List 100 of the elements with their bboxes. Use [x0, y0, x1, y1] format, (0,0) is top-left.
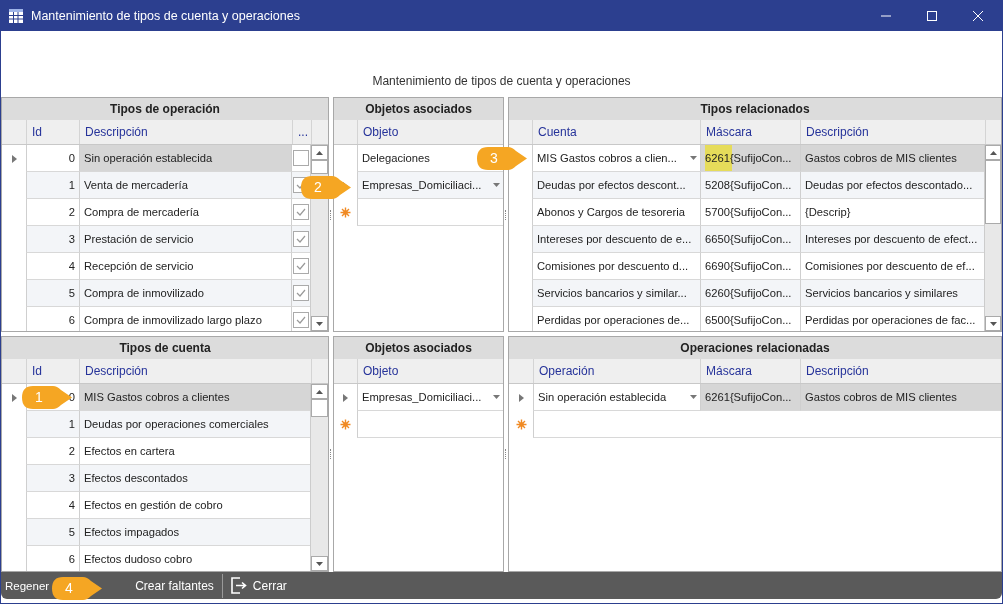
column-header[interactable]: Descripción [800, 120, 985, 144]
scroll-up-icon[interactable] [316, 389, 323, 394]
checkmark-icon [296, 289, 306, 297]
column-header[interactable]: Descripción [79, 359, 311, 383]
table-cell: 1 [26, 411, 79, 438]
panel-caption: Operaciones relacionadas [509, 337, 1001, 359]
dropdown-cell[interactable]: Sin operación establecida [533, 384, 700, 411]
table-cell: Gastos cobros de MIS clientes [800, 145, 984, 172]
scroll-up-icon[interactable] [316, 150, 323, 155]
dropdown-caret-icon[interactable] [690, 156, 697, 160]
table-cell: 6261{SufijoCon... [700, 384, 800, 411]
panel-caption: Tipos de operación [2, 98, 328, 120]
scroll-up-icon[interactable] [989, 150, 997, 155]
table-cell: 2 [26, 438, 79, 465]
table-cell: Gastos cobros de MIS clientes [800, 384, 1001, 411]
checkmark-icon [296, 262, 306, 270]
table-cell: 4 [26, 253, 79, 280]
dropdown-cell[interactable]: MIS Gastos cobros a clien... [532, 145, 700, 172]
close-icon[interactable] [972, 9, 984, 22]
table-cell: Compra de inmovilizado [79, 280, 291, 307]
dropdown-caret-icon[interactable] [493, 183, 500, 187]
column-header[interactable]: Id [26, 120, 79, 144]
column-header[interactable]: Máscara [700, 359, 800, 383]
checkbox[interactable] [293, 258, 309, 274]
maximize-icon[interactable] [926, 9, 938, 22]
regenerate-button[interactable]: Regener [5, 579, 50, 592]
dropdown-cell[interactable]: Empresas_Domiciliaci... [357, 384, 503, 411]
column-header[interactable]: Máscara [700, 120, 800, 144]
panel-caption: Tipos de cuenta [2, 337, 328, 359]
panel-caption: Objetos asociados [334, 98, 503, 120]
table-cell: Prestación de servicio [79, 226, 291, 253]
dropdown-caret-icon[interactable] [690, 395, 697, 399]
callout-tooltip: 2 [300, 175, 352, 200]
checkbox[interactable] [293, 150, 309, 166]
column-header[interactable]: Descripción [79, 120, 292, 144]
scroll-down-icon[interactable] [989, 321, 997, 326]
checkbox[interactable] [293, 312, 309, 328]
column-header[interactable]: Cuenta [532, 120, 700, 144]
table-cell: {Descrip} [800, 199, 984, 226]
table-icon [8, 7, 24, 24]
panel-caption: Tipos relacionados [509, 98, 1001, 120]
scrollbar[interactable] [310, 384, 328, 571]
column-header[interactable]: Operación [533, 359, 700, 383]
table-cell: 5 [26, 519, 79, 546]
table-cell: Servicios bancarios y similar... [532, 280, 700, 307]
table-cell: Deudas por operaciones comerciales [79, 411, 310, 438]
new-row-cell[interactable] [533, 411, 1001, 438]
table-cell: 5 [26, 280, 79, 307]
table-cell: 6650{SufijoCon... [700, 226, 800, 253]
table-cell: 3 [26, 226, 79, 253]
new-row-cell[interactable] [357, 199, 503, 226]
callout-tooltip: 3 [476, 146, 528, 171]
table-cell: 5208{SufijoCon... [700, 172, 800, 199]
table-cell: Intereses por descuento de e... [532, 226, 700, 253]
checkmark-icon [296, 316, 306, 324]
column-header[interactable]: Id [26, 359, 79, 383]
table-cell: Compra de mercadería [79, 199, 291, 226]
table-cell: MIS Gastos cobros a clientes [79, 384, 310, 411]
close-button[interactable]: Cerrar [224, 572, 293, 599]
table-cell: 0 [26, 145, 79, 172]
checkbox[interactable] [293, 204, 309, 220]
scrollbar-thumb[interactable] [311, 399, 328, 417]
table-cell: Servicios bancarios y similares [800, 280, 984, 307]
table-cell: 2 [26, 199, 79, 226]
table-cell: Efectos impagados [79, 519, 310, 546]
checkbox[interactable] [293, 231, 309, 247]
table-cell: 6690{SufijoCon... [700, 253, 800, 280]
table-cell: Deudas por efectos descont... [532, 172, 700, 199]
exit-icon [230, 577, 248, 594]
scrollbar-thumb[interactable] [985, 160, 1001, 224]
panel-caption: Objetos asociados [334, 337, 503, 359]
create-missing-button[interactable]: Crear faltantes [129, 572, 220, 599]
table-cell: Sin operación establecida [79, 145, 291, 172]
scrollbar-thumb[interactable] [311, 160, 328, 174]
column-header[interactable]: Descripción [800, 359, 1001, 383]
checkmark-icon [296, 235, 306, 243]
form-heading: Mantenimiento de tipos de cuenta y operaciones [372, 74, 631, 88]
table-cell: 4 [26, 492, 79, 519]
table-cell: Deudas por efectos descontado... [800, 172, 984, 199]
table-cell: Intereses por descuento de efect... [800, 226, 984, 253]
callout-tooltip: 4 [51, 576, 103, 601]
new-row-cell[interactable] [357, 411, 503, 438]
scrollbar[interactable] [984, 145, 1001, 331]
table-cell: Abonos y Cargos de tesoreria [532, 199, 700, 226]
table-cell: Efectos descontados [79, 465, 310, 492]
checkmark-icon [296, 208, 306, 216]
table-cell: 1 [26, 172, 79, 199]
table-cell: 6260{SufijoCon... [700, 280, 800, 307]
scroll-down-icon[interactable] [316, 561, 323, 566]
table-cell: Efectos en gestión de cobro [79, 492, 310, 519]
dropdown-caret-icon[interactable] [493, 395, 500, 399]
table-cell: 3 [26, 465, 79, 492]
table-cell: Venta de mercadería [79, 172, 291, 199]
dropdown-cell[interactable]: Empresas_Domiciliaci... [357, 172, 503, 199]
table-cell: Recepción de servicio [79, 253, 291, 280]
checkbox[interactable] [293, 285, 309, 301]
scroll-down-icon[interactable] [316, 321, 323, 326]
table-cell: 5700{SufijoCon... [700, 199, 800, 226]
column-header[interactable]: ... [292, 120, 311, 144]
table-cell: Comisiones por descuento d... [532, 253, 700, 280]
